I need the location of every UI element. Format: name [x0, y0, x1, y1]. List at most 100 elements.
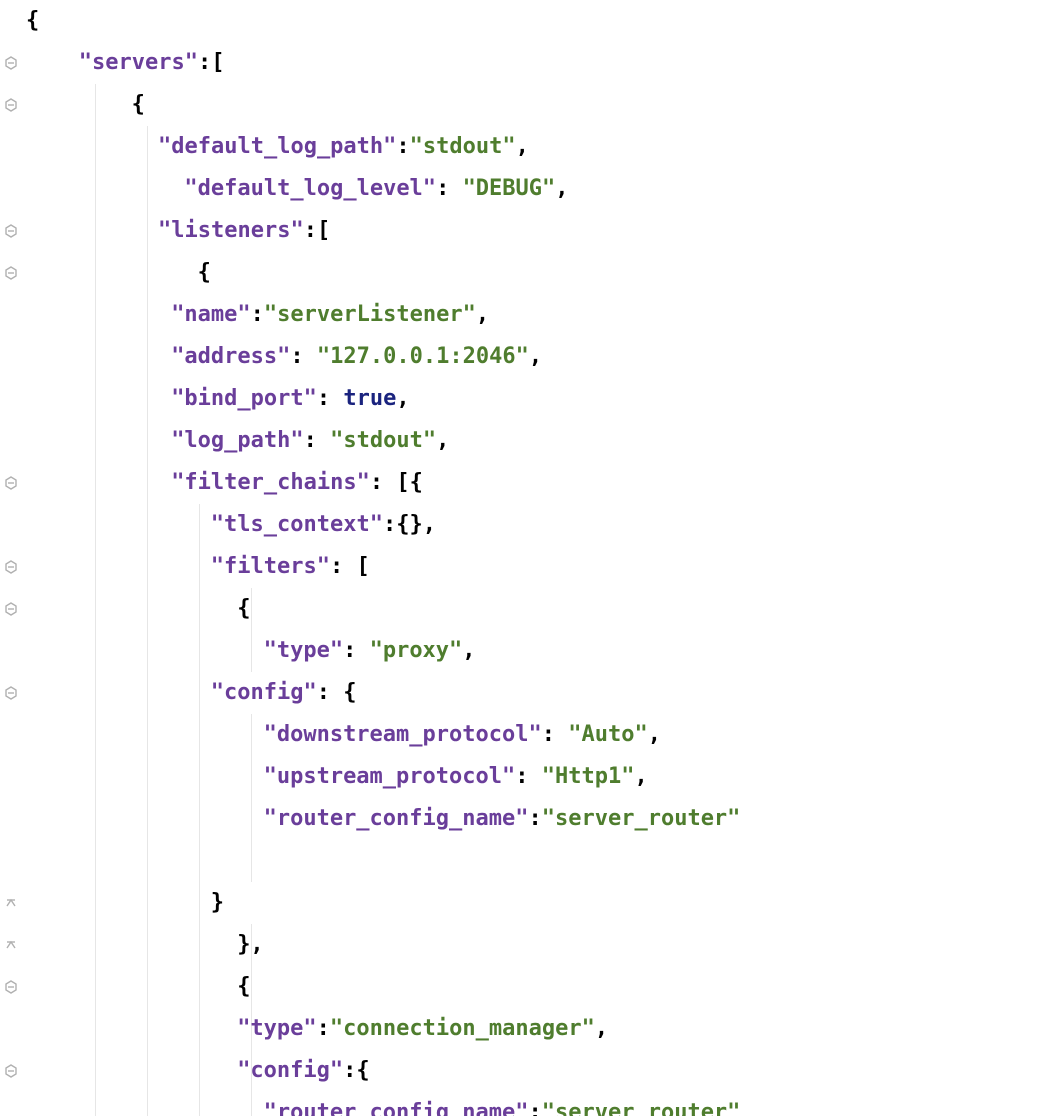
json-punct: : [{: [370, 470, 423, 495]
json-key: "bind_port": [171, 386, 317, 411]
code-line[interactable]: [26, 840, 1050, 882]
code-text: "address": "127.0.0.1:2046",: [26, 336, 542, 378]
code-line[interactable]: {: [26, 966, 1050, 1008]
indent-guide: [199, 840, 200, 882]
code-line[interactable]: "default_log_level": "DEBUG",: [26, 168, 1050, 210]
json-punct: ,: [516, 134, 529, 159]
json-punct: :{},: [383, 512, 436, 537]
json-punct: :[: [198, 50, 225, 75]
json-key: "downstream_protocol": [264, 722, 542, 747]
code-line[interactable]: {: [26, 0, 1050, 42]
fold-gutter[interactable]: [0, 0, 22, 1116]
code-editor[interactable]: { "servers":[ { "default_log_path":"stdout"…: [0, 0, 1050, 1116]
code-text: {: [26, 966, 250, 1008]
code-line[interactable]: "filters": [: [26, 546, 1050, 588]
code-line[interactable]: "tls_context":{},: [26, 504, 1050, 546]
json-punct: {: [132, 92, 145, 117]
json-key: "default_log_level": [184, 176, 436, 201]
json-punct: ,: [595, 1016, 608, 1041]
json-punct: :{: [343, 1058, 370, 1083]
code-line[interactable]: "type":"connection_manager",: [26, 1008, 1050, 1050]
indent-guide: [251, 840, 252, 882]
json-key: "router_config_name": [264, 806, 529, 831]
json-key: "router_config_name": [264, 1100, 529, 1116]
code-line[interactable]: {: [26, 84, 1050, 126]
json-key: "name": [171, 302, 250, 327]
code-line[interactable]: "default_log_path":"stdout",: [26, 126, 1050, 168]
json-punct: ,: [529, 344, 542, 369]
fold-collapse-icon[interactable]: [4, 56, 18, 70]
json-punct: :: [290, 344, 317, 369]
code-text: {: [26, 252, 211, 294]
code-text: "type":"connection_manager",: [26, 1008, 608, 1050]
fold-expand-up-icon[interactable]: [4, 938, 18, 952]
json-punct: :: [317, 386, 344, 411]
json-key: "config": [237, 1058, 343, 1083]
json-key: "type": [237, 1016, 316, 1041]
code-line[interactable]: "router_config_name":"server_router": [26, 1092, 1050, 1116]
code-text: "name":"serverListener",: [26, 294, 489, 336]
json-string: "server_router": [542, 1100, 741, 1116]
json-punct: {: [237, 596, 250, 621]
code-line[interactable]: "downstream_protocol": "Auto",: [26, 714, 1050, 756]
json-punct: ,: [462, 638, 475, 663]
json-punct: :: [304, 428, 331, 453]
json-string: "server_router": [542, 806, 741, 831]
code-line[interactable]: {: [26, 252, 1050, 294]
fold-collapse-icon[interactable]: [4, 98, 18, 112]
code-line[interactable]: "log_path": "stdout",: [26, 420, 1050, 462]
code-text: "servers":[: [26, 42, 225, 84]
json-string: "stdout": [410, 134, 516, 159]
code-text: "router_config_name":"server_router": [26, 798, 740, 840]
code-text: "upstream_protocol": "Http1",: [26, 756, 648, 798]
json-punct: {: [26, 8, 39, 33]
json-string: "connection_manager": [330, 1016, 595, 1041]
indent-guide: [147, 840, 148, 882]
json-string: "127.0.0.1:2046": [317, 344, 529, 369]
fold-collapse-icon[interactable]: [4, 686, 18, 700]
code-text: "bind_port": true,: [26, 378, 410, 420]
code-text: "log_path": "stdout",: [26, 420, 449, 462]
code-line[interactable]: "address": "127.0.0.1:2046",: [26, 336, 1050, 378]
json-punct: :: [251, 302, 264, 327]
code-area[interactable]: { "servers":[ { "default_log_path":"stdout"…: [22, 0, 1050, 1116]
code-line[interactable]: "upstream_protocol": "Http1",: [26, 756, 1050, 798]
indent-guide: [251, 966, 252, 1008]
json-punct: : {: [317, 680, 357, 705]
code-line[interactable]: {: [26, 588, 1050, 630]
json-punct: ,: [396, 386, 409, 411]
code-line[interactable]: "servers":[: [26, 42, 1050, 84]
json-boolean: true: [343, 386, 396, 411]
fold-expand-up-icon[interactable]: [4, 896, 18, 910]
code-line[interactable]: }: [26, 882, 1050, 924]
json-string: "proxy": [370, 638, 463, 663]
code-line[interactable]: "listeners":[: [26, 210, 1050, 252]
code-text: },: [26, 924, 264, 966]
fold-collapse-icon[interactable]: [4, 560, 18, 574]
fold-collapse-icon[interactable]: [4, 266, 18, 280]
code-line[interactable]: "config":{: [26, 1050, 1050, 1092]
fold-collapse-icon[interactable]: [4, 476, 18, 490]
fold-collapse-icon[interactable]: [4, 224, 18, 238]
fold-collapse-icon[interactable]: [4, 1064, 18, 1078]
indent-guide: [95, 840, 96, 882]
code-text: "default_log_path":"stdout",: [26, 126, 529, 168]
json-string: "DEBUG": [463, 176, 556, 201]
fold-collapse-icon[interactable]: [4, 980, 18, 994]
code-line[interactable]: "bind_port": true,: [26, 378, 1050, 420]
fold-collapse-icon[interactable]: [4, 602, 18, 616]
code-text: {: [26, 84, 145, 126]
code-line[interactable]: "config": {: [26, 672, 1050, 714]
code-line[interactable]: },: [26, 924, 1050, 966]
code-text: "config":{: [26, 1050, 370, 1092]
json-punct: :[: [304, 218, 331, 243]
json-key: "filter_chains": [171, 470, 370, 495]
json-punct: :: [343, 638, 370, 663]
code-line[interactable]: "type": "proxy",: [26, 630, 1050, 672]
json-key: "filters": [211, 554, 330, 579]
code-line[interactable]: "router_config_name":"server_router": [26, 798, 1050, 840]
json-string: "Auto": [568, 722, 647, 747]
code-line[interactable]: "filter_chains": [{: [26, 462, 1050, 504]
code-text: "tls_context":{},: [26, 504, 436, 546]
code-line[interactable]: "name":"serverListener",: [26, 294, 1050, 336]
